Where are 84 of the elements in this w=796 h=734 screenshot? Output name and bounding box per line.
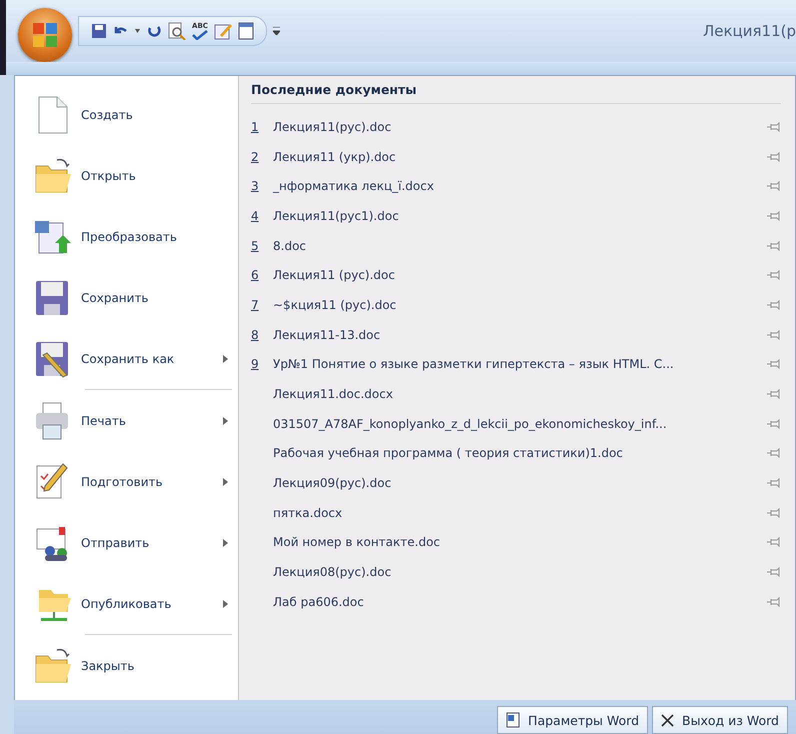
menu-item[interactable]: Сохранить bbox=[15, 267, 238, 328]
save-icon[interactable] bbox=[91, 23, 107, 39]
menu-item-label: Преобразовать bbox=[81, 230, 178, 244]
menu-item[interactable]: Закрыть bbox=[15, 635, 238, 696]
pin-icon[interactable] bbox=[767, 240, 781, 251]
menu-item-label: Опубликовать bbox=[81, 596, 172, 610]
recent-document-link[interactable]: Лекция11(рус).doc bbox=[273, 120, 767, 134]
printer-icon bbox=[33, 400, 71, 440]
recent-document-link[interactable]: Лекция08(рус).doc bbox=[273, 565, 767, 580]
window-title: Лекция11(р bbox=[702, 22, 796, 40]
recent-document-link[interactable]: Лекция11.doc.docx bbox=[273, 387, 767, 402]
menu-item[interactable]: Сохранить как bbox=[15, 328, 238, 389]
recent-documents-heading: Последние документы bbox=[251, 82, 781, 104]
submenu-arrow-icon bbox=[223, 354, 228, 362]
pin-icon[interactable] bbox=[767, 389, 781, 400]
document-number: 9 bbox=[251, 357, 260, 372]
pin-icon[interactable] bbox=[767, 359, 781, 370]
document-number: 3 bbox=[251, 179, 260, 194]
document-settings-icon bbox=[506, 712, 520, 728]
dropdown-caret-icon[interactable] bbox=[135, 29, 140, 33]
menu-item-label: Закрыть bbox=[81, 658, 136, 672]
recent-document-link[interactable]: Лекция11-13.doc bbox=[273, 328, 767, 342]
pin-icon[interactable] bbox=[767, 567, 781, 578]
document-number: 6 bbox=[251, 268, 260, 282]
exit-button[interactable]: Выход из Word bbox=[652, 706, 788, 734]
submenu-arrow-icon bbox=[223, 538, 228, 546]
menu-item[interactable]: Создать bbox=[15, 84, 238, 145]
pin-icon[interactable] bbox=[767, 152, 781, 162]
recent-document-link[interactable]: Рабочая учебная программа ( теория статистики)1.doc bbox=[273, 446, 767, 460]
pin-icon[interactable] bbox=[767, 210, 781, 221]
customize-toolbar-icon[interactable] bbox=[273, 27, 280, 35]
menu-item-label: Создать bbox=[81, 108, 134, 122]
submenu-arrow-icon bbox=[223, 416, 228, 424]
menu-item[interactable]: Открыть bbox=[15, 145, 238, 206]
recent-document-link[interactable]: 031507_A78AF_konoplyanko_z_d_lekcii_po_ekonomicheskoy_inf... bbox=[273, 416, 767, 431]
recent-document-link[interactable]: пятка.docx bbox=[273, 506, 767, 520]
pin-icon[interactable] bbox=[767, 448, 781, 458]
menu-item-label: Сохранить bbox=[81, 290, 150, 304]
recent-document-link[interactable]: Лаб ра606.doc bbox=[273, 594, 767, 609]
menu-item-label: Сохранить как bbox=[81, 352, 176, 366]
document-number: 4 bbox=[251, 208, 260, 223]
menu-item[interactable]: Опубликовать bbox=[15, 573, 238, 634]
document-number: 2 bbox=[251, 150, 260, 164]
menu-item-label: Открыть bbox=[81, 168, 137, 182]
menu-item[interactable]: Подготовить bbox=[15, 451, 238, 512]
office-button[interactable] bbox=[18, 8, 72, 62]
pin-icon[interactable] bbox=[767, 181, 781, 192]
menu-item-label: Печать bbox=[81, 414, 127, 428]
office-logo-icon bbox=[32, 22, 58, 48]
document-number: 7 bbox=[251, 298, 260, 312]
close-icon bbox=[661, 714, 674, 726]
pin-icon[interactable] bbox=[767, 478, 781, 488]
recent-document-link[interactable]: ~$кция11 (рус).doc bbox=[273, 298, 767, 312]
document-number: 1 bbox=[251, 120, 260, 134]
recent-document-link[interactable]: Мой номер в контакте.doc bbox=[273, 535, 767, 550]
recent-document-link[interactable]: _нформатика лекц_ї.docx bbox=[273, 179, 767, 194]
pin-icon[interactable] bbox=[767, 537, 781, 548]
pin-icon[interactable] bbox=[767, 122, 781, 132]
submenu-arrow-icon bbox=[223, 600, 228, 608]
menu-item[interactable]: Отправить bbox=[15, 512, 238, 573]
menu-item[interactable]: Печать bbox=[15, 390, 238, 451]
recent-document-link[interactable]: Лекция11 (рус).doc bbox=[273, 268, 767, 282]
options-button[interactable]: Параметры Word bbox=[497, 706, 648, 734]
menu-item-label: Подготовить bbox=[81, 474, 164, 488]
menu-item[interactable]: Преобразовать bbox=[15, 206, 238, 267]
document-number: 8 bbox=[251, 328, 260, 342]
recent-document-link[interactable]: Ур№1 Понятие о языке разметки гипертекста – язык HTML. С... bbox=[273, 357, 767, 372]
submenu-arrow-icon bbox=[223, 478, 228, 486]
check-icon bbox=[192, 30, 208, 40]
document-icon[interactable] bbox=[238, 22, 254, 40]
pin-icon[interactable] bbox=[767, 418, 781, 429]
menu-item-label: Отправить bbox=[81, 536, 150, 550]
recent-document-link[interactable]: Лекция11 (укр).doc bbox=[273, 150, 767, 164]
edit-document-icon[interactable] bbox=[214, 22, 232, 40]
recent-document-link[interactable]: Лекция11(рус1).doc bbox=[273, 208, 767, 223]
pin-icon[interactable] bbox=[767, 330, 781, 340]
recent-document-link[interactable]: Лекция09(рус).doc bbox=[273, 476, 767, 490]
pin-icon[interactable] bbox=[767, 596, 781, 607]
pin-icon[interactable] bbox=[767, 508, 781, 518]
document-number: 5 bbox=[251, 238, 260, 253]
print-preview-icon[interactable] bbox=[168, 22, 186, 40]
recent-document-link[interactable]: 8.doc bbox=[273, 238, 767, 253]
pin-icon[interactable] bbox=[767, 300, 781, 310]
pin-icon[interactable] bbox=[767, 270, 781, 280]
